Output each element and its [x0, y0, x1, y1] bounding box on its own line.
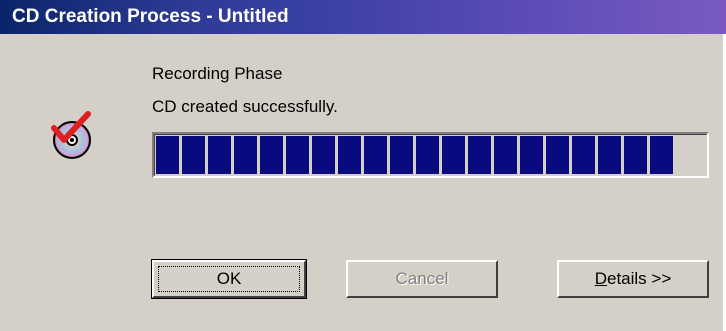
progress-block — [598, 136, 621, 174]
progress-block — [468, 136, 491, 174]
phase-label: Recording Phase — [152, 64, 283, 83]
progress-block — [312, 136, 335, 174]
progress-block — [286, 136, 309, 174]
progress-fill — [156, 136, 673, 174]
details-button-label: Details >> — [594, 269, 672, 288]
progress-block — [364, 136, 387, 174]
progress-block — [650, 136, 673, 174]
progress-block — [156, 136, 179, 174]
ok-button[interactable]: OK — [151, 259, 307, 299]
details-button[interactable]: Details >> — [557, 260, 709, 298]
progress-bar — [152, 132, 709, 178]
progress-block — [520, 136, 543, 174]
status-message: CD created successfully. — [152, 97, 338, 116]
progress-block — [390, 136, 413, 174]
progress-block — [494, 136, 517, 174]
progress-block — [234, 136, 257, 174]
progress-block — [208, 136, 231, 174]
focus-rectangle — [158, 266, 300, 292]
progress-block — [442, 136, 465, 174]
cancel-button[interactable]: Cancel — [346, 260, 498, 298]
title-bar[interactable]: CD Creation Process - Untitled — [0, 0, 726, 34]
window-title: CD Creation Process - Untitled — [12, 6, 289, 27]
progress-block — [260, 136, 283, 174]
progress-block — [416, 136, 439, 174]
progress-block — [182, 136, 205, 174]
cd-checkmark-icon — [48, 110, 100, 162]
progress-block — [338, 136, 361, 174]
cd-creation-dialog: CD Creation Process - Untitled Recording… — [0, 0, 726, 331]
progress-block — [572, 136, 595, 174]
progress-block — [624, 136, 647, 174]
progress-block — [546, 136, 569, 174]
cancel-button-label: Cancel — [395, 269, 449, 288]
